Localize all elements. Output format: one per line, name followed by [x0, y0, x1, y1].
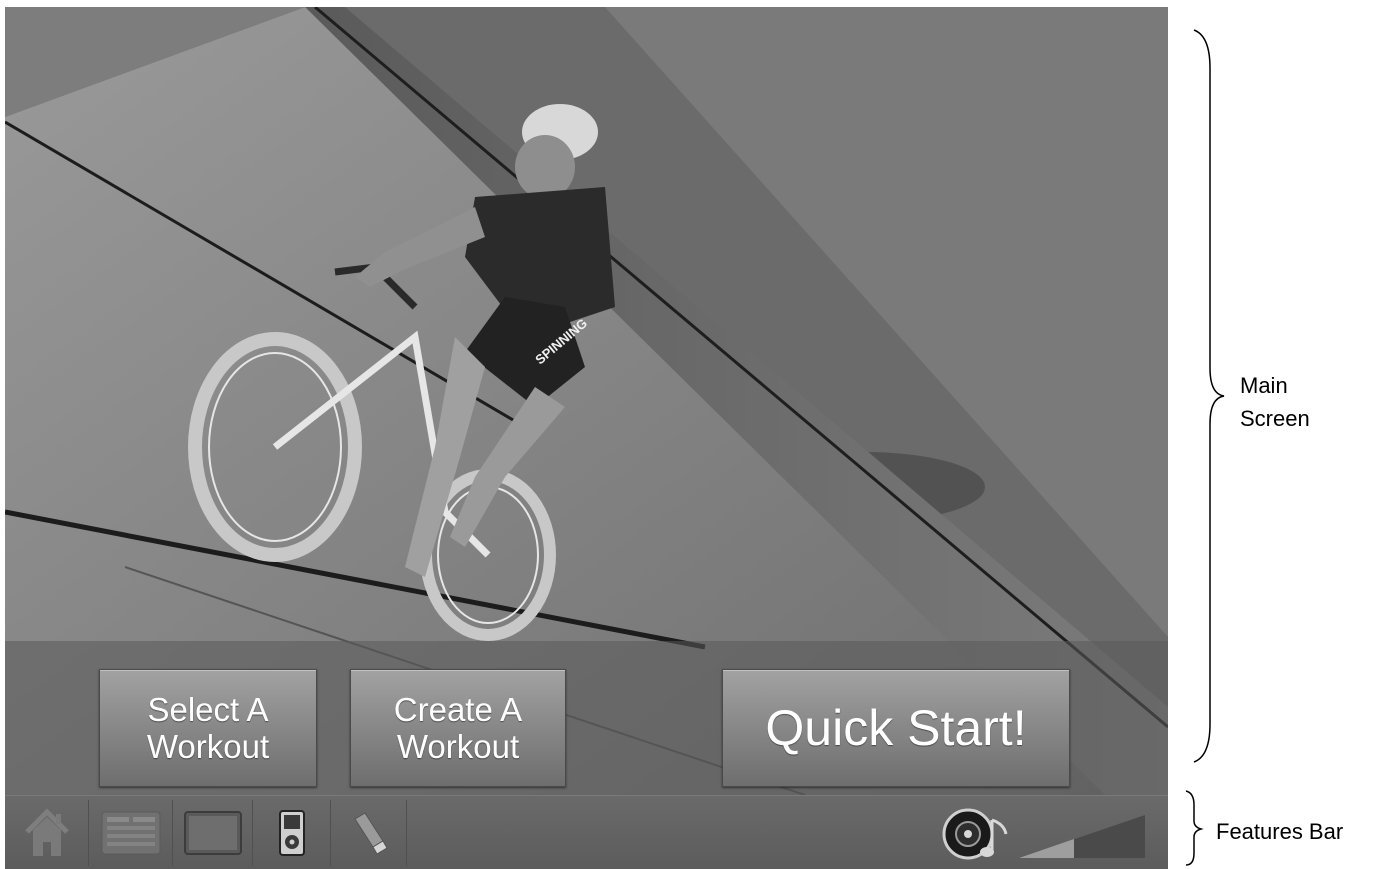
main-screen: SPINNING Select A Workout Create A Worko… — [5, 7, 1168, 795]
usb-button[interactable] — [331, 800, 407, 866]
tv-icon — [183, 811, 242, 855]
features-bar — [5, 795, 1168, 869]
main-action-strip: Select A Workout Create A Workout Quick … — [5, 641, 1168, 795]
select-workout-label: Select A Workout — [146, 691, 270, 765]
select-workout-button[interactable]: Select A Workout — [99, 669, 317, 787]
volume-slider[interactable] — [1019, 813, 1147, 860]
create-workout-button[interactable]: Create A Workout — [350, 669, 566, 787]
speaker-icon — [942, 808, 1008, 860]
features-bar-annotation: Features Bar — [1216, 819, 1344, 844]
menu-panel-icon — [101, 811, 160, 855]
menu-panel-button[interactable] — [89, 800, 173, 866]
ipod-button[interactable] — [253, 800, 331, 866]
main-screen-annotation: Main Screen — [1240, 373, 1310, 431]
speaker-button[interactable] — [942, 806, 1016, 862]
main-screen-brace — [1193, 29, 1225, 763]
page: SPINNING Select A Workout Create A Worko… — [0, 0, 1393, 869]
tv-button[interactable] — [173, 800, 253, 866]
create-workout-label: Create A Workout — [393, 691, 523, 765]
home-button[interactable] — [5, 800, 89, 866]
usb-icon — [353, 812, 388, 855]
quick-start-button[interactable]: Quick Start! — [722, 669, 1070, 787]
ipod-icon — [278, 810, 305, 856]
features-bar-brace — [1185, 790, 1204, 866]
volume-level-icon — [1019, 815, 1145, 858]
quick-start-label: Quick Start! — [765, 700, 1027, 756]
home-icon — [24, 808, 69, 856]
